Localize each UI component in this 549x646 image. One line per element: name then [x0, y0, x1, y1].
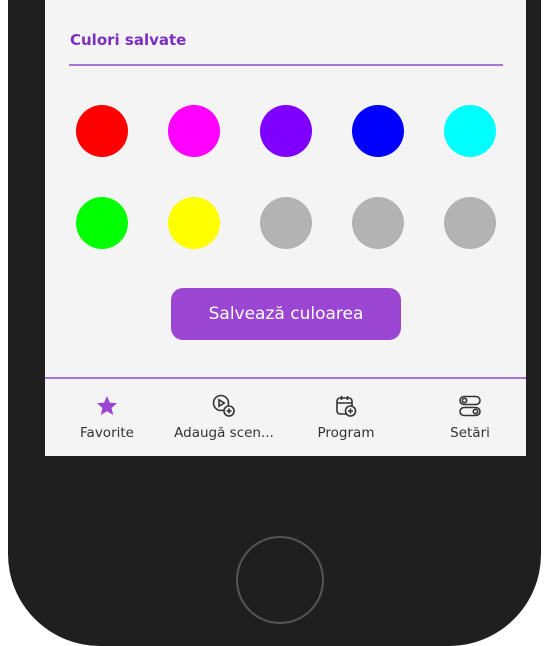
color-swatch-magenta[interactable] — [168, 105, 220, 157]
tab-add-scene-label: Adaugă scen... — [174, 425, 274, 441]
color-swatch-yellow[interactable] — [168, 197, 220, 249]
star-icon — [94, 393, 120, 419]
tab-program-label: Program — [317, 425, 375, 441]
tab-settings-label: Setări — [450, 425, 490, 441]
tab-settings[interactable]: Setări — [430, 379, 510, 456]
saved-colors-grid — [76, 105, 496, 253]
home-button[interactable] — [236, 536, 324, 624]
bottom-tab-bar: Favorite Adaugă scen... Program Setări — [45, 377, 526, 456]
save-color-button[interactable]: Salvează culoarea — [171, 288, 401, 340]
tab-favorite[interactable]: Favorite — [67, 379, 147, 456]
color-swatch-empty[interactable] — [444, 197, 496, 249]
phone-frame: Culori salvate Salvează culoarea Favorit… — [8, 0, 541, 646]
color-swatch-red[interactable] — [76, 105, 128, 157]
add-scene-icon — [211, 393, 237, 419]
saved-colors-divider — [69, 64, 503, 66]
color-swatch-violet[interactable] — [260, 105, 312, 157]
toggles-icon — [457, 393, 483, 419]
calendar-add-icon — [333, 393, 359, 419]
color-swatch-blue[interactable] — [352, 105, 404, 157]
app-screen: Culori salvate Salvează culoarea Favorit… — [45, 0, 526, 456]
color-swatch-empty[interactable] — [352, 197, 404, 249]
saved-colors-title: Culori salvate — [70, 31, 187, 49]
color-swatch-empty[interactable] — [260, 197, 312, 249]
color-swatch-green[interactable] — [76, 197, 128, 249]
tab-add-scene[interactable]: Adaugă scen... — [163, 379, 285, 456]
tab-favorite-label: Favorite — [80, 425, 134, 441]
color-swatch-cyan[interactable] — [444, 105, 496, 157]
tab-program[interactable]: Program — [301, 379, 391, 456]
